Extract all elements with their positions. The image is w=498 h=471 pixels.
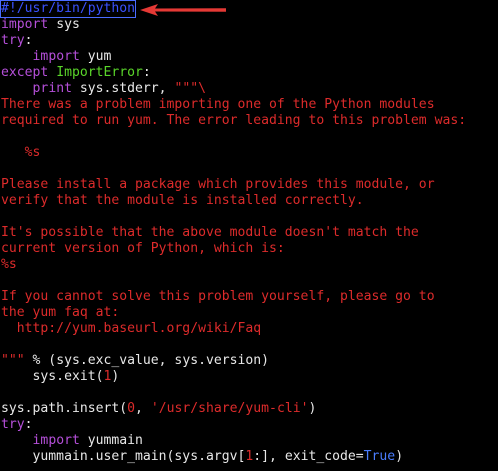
code-token: ) xyxy=(395,449,404,464)
code-line: yummain.user_main(sys.argv[1:], exit_cod… xyxy=(1,449,498,465)
code-token: It's possible that the above module does… xyxy=(1,225,419,240)
code-token: %s xyxy=(1,145,41,160)
code-token: http://yum.baseurl.org/wiki/Faq xyxy=(1,321,262,336)
code-token: There was a problem importing one of the… xyxy=(1,97,435,112)
code-token: sys.stderr, xyxy=(71,81,175,96)
code-line: sys.exit(1) xyxy=(1,369,498,385)
code-line: required to run yum. The error leading t… xyxy=(1,113,498,129)
code-token: yummain xyxy=(79,433,143,448)
code-token: except xyxy=(1,65,49,80)
code-token: % (sys.exc_value, sys.version) xyxy=(24,353,270,368)
code-token: try xyxy=(1,417,25,432)
code-line: Please install a package which provides … xyxy=(1,177,498,193)
code-token: required to run yum. The error leading t… xyxy=(1,113,467,128)
code-token: : xyxy=(24,33,33,48)
code-token: import xyxy=(1,17,49,32)
code-line: except ImportError: xyxy=(1,65,498,81)
code-line: import sys xyxy=(1,17,498,33)
code-line: If you cannot solve this problem yoursel… xyxy=(1,289,498,305)
code-line: verify that the module is installed corr… xyxy=(1,193,498,209)
code-line: try: xyxy=(1,417,498,433)
code-token: %s xyxy=(1,257,17,272)
code-line: There was a problem importing one of the… xyxy=(1,97,498,113)
terminal-window[interactable]: #!/usr/bin/python import sys try: import y… xyxy=(0,0,498,471)
code-line: #!/usr/bin/python xyxy=(0,0,498,18)
code-token: : xyxy=(24,417,33,432)
code-line: sys.path.insert(0, '/usr/share/yum-cli') xyxy=(1,401,498,417)
code-token: ) xyxy=(111,369,120,384)
code-token: ) xyxy=(308,401,317,416)
code-line: the yum faq at: xyxy=(1,305,498,321)
code-token: current version of Python, which is: xyxy=(1,241,285,256)
code-token: 0 xyxy=(127,401,136,416)
code-line: try: xyxy=(1,33,498,49)
code-line: """ % (sys.exc_value, sys.version) xyxy=(1,353,498,369)
code-line: http://yum.baseurl.org/wiki/Faq xyxy=(1,321,498,337)
code-line: It's possible that the above module does… xyxy=(1,225,498,241)
code-token: import xyxy=(32,49,80,64)
code-token: """ xyxy=(1,353,25,368)
code-line: current version of Python, which is: xyxy=(1,241,498,257)
code-token: print xyxy=(32,81,72,96)
code-token: verify that the module is installed corr… xyxy=(1,193,364,208)
code-token: """\ xyxy=(174,81,206,96)
code-token: sys.path.insert( xyxy=(1,401,128,416)
code-token: If you cannot solve this problem yoursel… xyxy=(1,289,435,304)
code-area[interactable]: #!/usr/bin/python import sys try: import y… xyxy=(0,0,498,465)
code-token: yummain.user_main(sys.argv[ xyxy=(1,449,246,464)
code-line: %s xyxy=(1,145,498,161)
code-token: '/usr/share/yum-cli' xyxy=(150,401,309,416)
code-token: Please install a package which provides … xyxy=(1,177,435,192)
code-line: import yum xyxy=(1,49,498,65)
code-token: True xyxy=(363,449,396,464)
code-token: sys.exit( xyxy=(1,369,104,384)
code-token: yum xyxy=(79,49,112,64)
shebang-text: #!/usr/bin/python xyxy=(0,0,137,18)
code-token: :], exit_code= xyxy=(253,449,364,464)
code-token: import xyxy=(32,433,80,448)
code-token: , xyxy=(135,401,151,416)
code-line: %s xyxy=(1,257,498,273)
code-token: try xyxy=(1,33,25,48)
code-line: import yummain xyxy=(1,433,498,449)
code-line: print sys.stderr, """\ xyxy=(1,81,498,97)
code-token: the yum faq at: xyxy=(1,305,120,320)
code-token: : xyxy=(142,65,151,80)
code-token: sys xyxy=(48,17,80,32)
code-token: ImportError xyxy=(56,65,143,80)
